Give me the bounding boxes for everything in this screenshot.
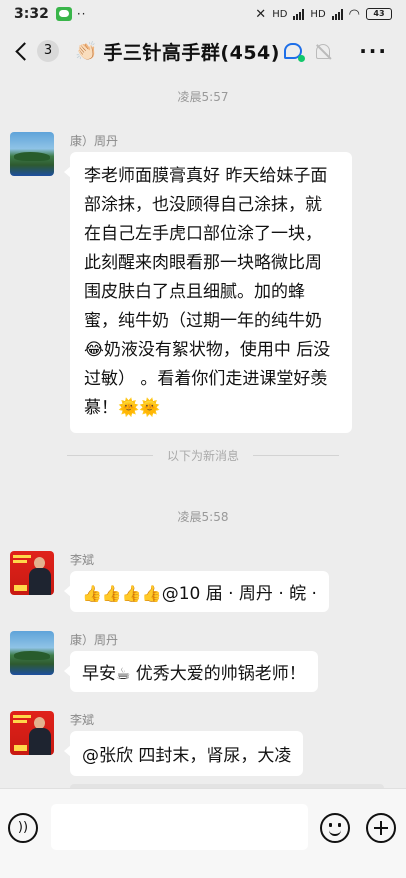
message-text: 早安 — [82, 664, 116, 684]
unread-count-badge[interactable]: 3 — [37, 40, 59, 62]
avatar-stripe — [13, 720, 27, 723]
message-text: @10 届 · 周丹 · 皖 · — [161, 584, 317, 604]
message-item: 李斌 @张欣 四封末，肾尿，大凌 — [10, 711, 396, 781]
sender-name: 李斌 — [70, 553, 95, 567]
message-text: 优秀大爱的帅锅老师！ — [130, 664, 306, 684]
divider-line — [66, 454, 153, 456]
hd-label-2: HD — [310, 8, 326, 20]
status-icons: ✕ HD HD ◠ 43 — [255, 7, 392, 22]
more-options-icon[interactable]: ··· — [359, 39, 388, 63]
voice-input-icon[interactable]: )) — [8, 813, 38, 843]
sender-name: 康）周丹 — [70, 633, 119, 647]
signal-1-icon — [293, 8, 305, 20]
avatar-body — [29, 728, 51, 755]
message-bubble[interactable]: @张欣 四封末，肾尿，大凌 — [63, 731, 304, 776]
avatar-badge — [14, 585, 27, 591]
divider-line — [253, 454, 339, 456]
wechat-notification-icon — [55, 7, 72, 21]
timestamp: 凌晨5:57 — [177, 90, 229, 104]
signal-2-icon — [331, 8, 343, 20]
message-input[interactable] — [51, 804, 308, 850]
input-bar: )) — [0, 788, 406, 878]
mute-bell-icon — [315, 43, 330, 59]
message-bubble[interactable]: 李老师面膜膏真好 昨天给妹子面部涂抹，也没顾得自己涂抹，就在自己左手虎口部位涂了… — [64, 152, 352, 433]
coffee-emoji: ☕ — [116, 664, 131, 683]
new-messages-divider: 以下为新消息 — [0, 445, 406, 465]
message-item: 康）周丹 早安☕ 优秀大爱的帅锅老师！ — [10, 631, 396, 701]
timestamp: 凌晨5:58 — [177, 510, 229, 524]
sender-name: 李斌 — [70, 713, 95, 727]
bluetooth-mute-icon: ✕ — [255, 6, 267, 22]
wifi-icon: ◠ — [348, 6, 360, 22]
message-bubble[interactable]: 早安☕ 优秀大爱的帅锅老师！ — [64, 651, 318, 692]
more-notifications-icon: ·· — [76, 7, 87, 21]
add-attachment-icon[interactable] — [366, 813, 396, 843]
chatbot-icon[interactable] — [283, 43, 305, 62]
group-title[interactable]: 手三针高手群(454) — [103, 38, 280, 65]
avatar-body — [29, 568, 51, 595]
avatar-badge — [14, 745, 27, 751]
divider-label: 以下为新消息 — [166, 448, 239, 463]
chat-header: 3 👏🏻 手三针高手群(454) ··· — [0, 28, 406, 74]
message-item: 康）周丹 李老师面膜膏真好 昨天给妹子面部涂抹，也没顾得自己涂抹，就在自己左手虎… — [10, 132, 396, 433]
avatar-stripe — [13, 715, 31, 718]
avatar[interactable] — [10, 132, 54, 176]
avatar[interactable] — [10, 551, 54, 595]
message-item: 李斌 👍👍👍👍@10 届 · 周丹 · 皖 · — [10, 551, 396, 621]
avatar-stripe — [13, 560, 27, 563]
avatar-stripe — [13, 555, 31, 558]
status-time: 3:32 — [14, 6, 49, 22]
emoji-icon[interactable] — [320, 813, 350, 843]
clap-emoji-icon: 👏🏻 — [75, 40, 98, 62]
thumbs-up-emoji: 👍👍👍👍 — [82, 584, 162, 603]
back-arrow-icon[interactable] — [15, 41, 34, 61]
status-bar: 3:32 ·· ✕ HD HD ◠ 43 — [0, 0, 406, 28]
avatar[interactable] — [10, 631, 54, 675]
battery-icon: 43 — [366, 8, 392, 20]
avatar[interactable] — [10, 711, 54, 755]
sender-name: 康）周丹 — [70, 134, 119, 148]
hd-label: HD — [272, 8, 288, 20]
message-bubble[interactable]: 👍👍👍👍@10 届 · 周丹 · 皖 · — [64, 571, 329, 612]
chat-message-list[interactable]: 凌晨5:57 康）周丹 李老师面膜膏真好 昨天给妹子面部涂抹，也没顾得自己涂抹，… — [0, 74, 406, 788]
